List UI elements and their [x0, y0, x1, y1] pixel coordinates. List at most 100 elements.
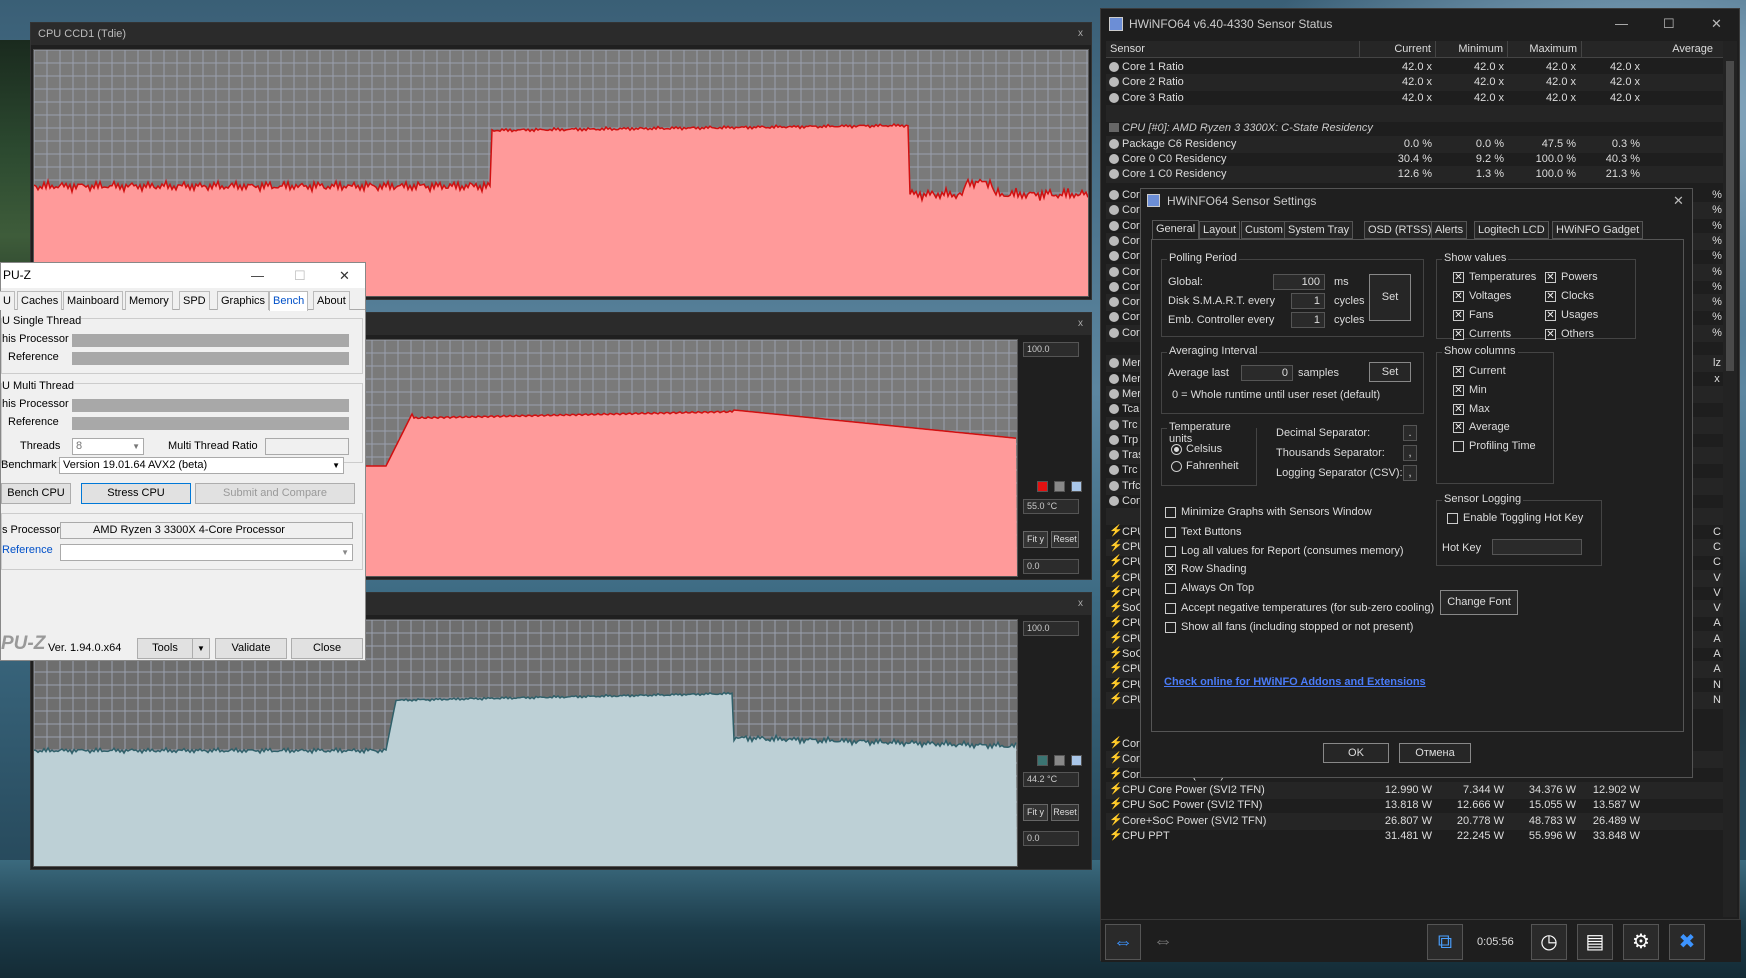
close-button[interactable]: Close	[291, 638, 363, 659]
threads-select[interactable]: 8 ▼	[72, 438, 144, 455]
decimal-separator-input[interactable]: .	[1403, 425, 1417, 441]
tab-osd[interactable]: OSD (RTSS)	[1364, 221, 1436, 239]
tools-button[interactable]: Tools	[137, 638, 193, 659]
clocks-checkbox[interactable]: ✕	[1545, 291, 1556, 302]
tab-hwinfo-gadget[interactable]: HWiNFO Gadget	[1552, 221, 1644, 239]
vertical-scrollbar[interactable]	[1723, 41, 1737, 917]
current-column-checkbox[interactable]: ✕	[1453, 366, 1464, 377]
tab-bench[interactable]: Bench	[269, 291, 309, 311]
minimize-graphs-checkbox[interactable]	[1165, 507, 1176, 518]
sensor-settings-dialog[interactable]: HWiNFO64 Sensor Settings ✕ General Layou…	[1140, 188, 1693, 778]
tab-logitech-lcd[interactable]: Logitech LCD	[1474, 221, 1549, 239]
maximize-icon[interactable]: ☐	[1663, 9, 1675, 39]
col-average[interactable]: Average	[1581, 41, 1723, 58]
fahrenheit-radio[interactable]	[1171, 461, 1182, 472]
tab-about[interactable]: About	[313, 291, 350, 310]
emb-input[interactable]: 1	[1291, 312, 1325, 328]
max-column-checkbox[interactable]: ✕	[1453, 404, 1464, 415]
show-all-fans-checkbox[interactable]	[1165, 622, 1176, 633]
usages-checkbox[interactable]: ✕	[1545, 310, 1556, 321]
tab-mainboard[interactable]: Mainboard	[63, 291, 123, 310]
addons-link[interactable]: Check online for HWiNFO Addons and Exten…	[1164, 676, 1426, 688]
toggling-hot-key-checkbox[interactable]	[1447, 513, 1458, 524]
report-add-icon[interactable]: ▤	[1577, 924, 1613, 960]
arrows-disabled-icon[interactable]: ⇔	[1145, 924, 1181, 960]
reference-link[interactable]: Reference	[2, 544, 53, 556]
cpuz-title-bar[interactable]: PU-Z — ☐ ✕	[1, 263, 365, 288]
set-polling-button[interactable]: Set	[1369, 274, 1411, 321]
bench-cpu-button[interactable]: Bench CPU	[1, 483, 71, 504]
set-average-button[interactable]: Set	[1369, 362, 1411, 382]
reset-button[interactable]: Reset	[1051, 531, 1079, 548]
log-all-values-checkbox[interactable]	[1165, 546, 1176, 557]
color-swatch-red[interactable]	[1037, 481, 1048, 492]
cancel-button[interactable]: Отмена	[1399, 743, 1471, 763]
scrollbar-thumb[interactable]	[1726, 61, 1734, 371]
reference-select[interactable]: ▼	[60, 544, 353, 561]
color-swatch-gray[interactable]	[1054, 481, 1065, 492]
tab-alerts[interactable]: Alerts	[1431, 221, 1468, 239]
disk-input[interactable]: 1	[1291, 293, 1325, 309]
tab-layout[interactable]: Layout	[1199, 221, 1241, 239]
tab-spd[interactable]: SPD	[179, 291, 210, 310]
currents-checkbox[interactable]: ✕	[1453, 329, 1464, 340]
temperatures-checkbox[interactable]: ✕	[1453, 272, 1464, 283]
graph-window-ccd1[interactable]: CPU CCD1 (Tdie) x	[30, 22, 1092, 300]
color-swatch-teal[interactable]	[1037, 755, 1048, 766]
graph-close-icon[interactable]: x	[1078, 23, 1083, 45]
tools-dropdown-icon[interactable]: ▼	[192, 638, 210, 659]
table-row[interactable]: Core 1 C0 Residency 12.6 % 1.3 % 100.0 % 21.…	[1106, 166, 1723, 184]
close-icon[interactable]: ✕	[339, 263, 350, 288]
graph-title-bar[interactable]: CPU CCD1 (Tdie) x	[31, 23, 1091, 45]
fit-y-button[interactable]: Fit y	[1023, 804, 1048, 821]
global-input[interactable]: 100	[1273, 274, 1325, 290]
change-font-button[interactable]: Change Font	[1440, 590, 1518, 615]
profiling-time-checkbox[interactable]	[1453, 441, 1464, 452]
fans-checkbox[interactable]: ✕	[1453, 310, 1464, 321]
ok-button[interactable]: OK	[1323, 743, 1389, 763]
col-current[interactable]: Current	[1359, 41, 1435, 58]
col-minimum[interactable]: Minimum	[1435, 41, 1507, 58]
tab-custom[interactable]: Custom	[1241, 221, 1287, 239]
close-icon[interactable]: ✕	[1711, 9, 1722, 39]
tab-caches[interactable]: Caches	[17, 291, 63, 310]
stress-cpu-button[interactable]: Stress CPU	[81, 483, 191, 504]
always-on-top-checkbox[interactable]	[1165, 583, 1176, 594]
gear-icon[interactable]: ⚙	[1623, 924, 1659, 960]
minimize-icon[interactable]: —	[1615, 9, 1628, 39]
others-checkbox[interactable]: ✕	[1545, 329, 1556, 340]
clock-icon[interactable]: ◷	[1531, 924, 1567, 960]
tab-memory[interactable]: Memory	[125, 291, 173, 310]
network-icon[interactable]: ⧉	[1427, 924, 1463, 960]
settings-title-bar[interactable]: HWiNFO64 Sensor Settings ✕	[1141, 189, 1692, 213]
color-swatch-blue[interactable]	[1071, 755, 1082, 766]
tab-cpu[interactable]: U	[0, 291, 15, 310]
color-swatch-gray[interactable]	[1054, 755, 1065, 766]
powers-checkbox[interactable]: ✕	[1545, 272, 1556, 283]
close-icon[interactable]: ✕	[1673, 189, 1684, 213]
submit-compare-button[interactable]: Submit and Compare	[195, 483, 355, 504]
row-shading-checkbox[interactable]: ✕	[1165, 564, 1176, 575]
validate-button[interactable]: Validate	[215, 638, 287, 659]
tab-system-tray[interactable]: System Tray	[1284, 221, 1354, 239]
voltages-checkbox[interactable]: ✕	[1453, 291, 1464, 302]
table-row[interactable]: ⚡ CPU PPT 31.481 W 22.245 W 55.996 W 33.848 W	[1106, 828, 1723, 845]
reset-button[interactable]: Reset	[1051, 804, 1079, 821]
celsius-radio[interactable]	[1171, 444, 1182, 455]
arrows-left-right-icon[interactable]: ⇔	[1105, 924, 1141, 960]
graph-close-icon[interactable]: x	[1078, 593, 1083, 615]
col-maximum[interactable]: Maximum	[1507, 41, 1581, 58]
hwinfo-title-bar[interactable]: HWiNFO64 v6.40-4330 Sensor Status — ☐ ✕	[1101, 9, 1739, 39]
col-sensor[interactable]: Sensor	[1106, 41, 1359, 58]
tab-general[interactable]: General	[1152, 220, 1200, 240]
benchmark-select[interactable]: Version 19.01.64 AVX2 (beta) ▼	[59, 457, 344, 474]
average-input[interactable]: 0	[1241, 365, 1293, 381]
color-swatch-blue[interactable]	[1071, 481, 1082, 492]
close-icon[interactable]: ✖	[1669, 924, 1705, 960]
logging-separator-input[interactable]: ,	[1403, 465, 1417, 481]
min-column-checkbox[interactable]: ✕	[1453, 385, 1464, 396]
thousands-separator-input[interactable]: ,	[1403, 445, 1417, 461]
fit-y-button[interactable]: Fit y	[1023, 531, 1048, 548]
negative-temps-checkbox[interactable]	[1165, 603, 1176, 614]
average-column-checkbox[interactable]: ✕	[1453, 422, 1464, 433]
